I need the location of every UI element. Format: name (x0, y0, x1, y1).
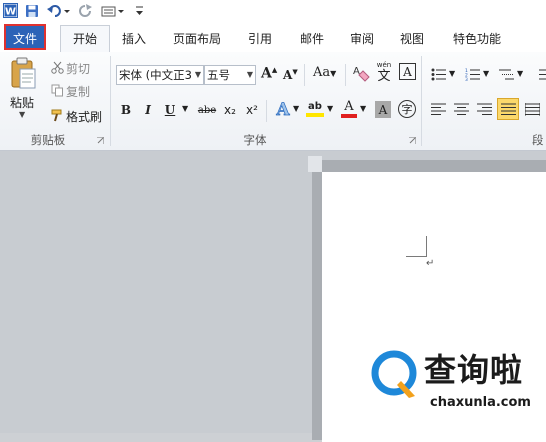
numbering-dropdown-icon[interactable]: ▼ (483, 69, 489, 78)
text-effect-button[interactable]: A (274, 100, 292, 121)
tab-review[interactable]: 审阅 (342, 27, 382, 51)
paste-dropdown-icon[interactable]: ▼ (19, 110, 25, 119)
tab-references[interactable]: 引用 (240, 27, 280, 51)
shrink-font-button[interactable]: A▼ (283, 67, 298, 82)
align-center-icon[interactable] (453, 100, 469, 118)
char-shading-button[interactable]: A (375, 101, 391, 118)
save-icon[interactable] (24, 2, 40, 19)
divider (266, 100, 267, 122)
margin-corner-mark (406, 236, 427, 257)
font-color-button[interactable]: A (340, 98, 358, 120)
tab-home[interactable]: 开始 (60, 25, 110, 53)
tab-special[interactable]: 特色功能 (446, 27, 508, 51)
paste-icon[interactable] (8, 56, 38, 92)
paragraph-group-label: 段 (532, 133, 544, 147)
highlight-color-swatch (306, 113, 324, 117)
bold-button[interactable]: B (118, 100, 134, 120)
paste-button[interactable]: 粘贴 (10, 94, 34, 111)
paragraph-mark-icon: ↵ (426, 258, 435, 269)
customize-icon[interactable] (100, 2, 128, 19)
justify-icon[interactable] (497, 98, 519, 120)
tab-file[interactable]: 文件 (4, 24, 46, 50)
font-size-value: 五号 (207, 68, 230, 82)
copy-button[interactable]: 复制 (66, 83, 90, 100)
clipboard-launcher-icon[interactable] (96, 136, 104, 144)
watermark-logo-icon (371, 350, 419, 400)
divider (304, 64, 305, 86)
strikethrough-button[interactable]: abe (196, 100, 218, 120)
highlight-dropdown-icon[interactable]: ▼ (327, 104, 333, 113)
svg-text:W: W (4, 7, 15, 18)
font-launcher-icon[interactable] (408, 136, 416, 144)
superscript-button[interactable]: x² (243, 100, 261, 120)
watermark-url: chaxunla.com (430, 395, 531, 410)
undo-icon[interactable] (46, 2, 72, 19)
clear-format-icon[interactable]: A (352, 62, 370, 84)
scissors-icon (50, 60, 64, 74)
qat-dropdown-icon[interactable] (134, 2, 144, 19)
font-group-label: 字体 (243, 133, 267, 147)
vertical-ruler (308, 156, 322, 172)
chevron-down-icon: ▼ (194, 70, 201, 79)
group-divider (421, 56, 422, 146)
group-divider (110, 56, 111, 146)
watermark-brand: 查询啦 (424, 351, 524, 389)
multilevel-dropdown-icon[interactable]: ▼ (517, 69, 523, 78)
enclose-char-button[interactable]: 字 (398, 100, 416, 118)
tab-mailings[interactable]: 邮件 (292, 27, 332, 51)
bullets-dropdown-icon[interactable]: ▼ (449, 69, 455, 78)
ribbon-home: 粘贴 ▼ 剪切 复制 格式刷 剪贴板 宋体 (中文正3 ▼ 五号 ▼ A▲ A▼… (0, 52, 546, 151)
chevron-down-icon: ▼ (246, 70, 253, 79)
decrease-indent-icon[interactable] (536, 66, 546, 82)
subscript-button[interactable]: x₂ (221, 100, 239, 120)
tab-insert[interactable]: 插入 (114, 27, 154, 51)
italic-button[interactable]: I (140, 100, 156, 120)
svg-text:3: 3 (465, 77, 468, 81)
char-border-button[interactable]: A (399, 63, 416, 80)
clipboard-group-label: 剪贴板 (30, 133, 66, 147)
underline-dropdown-icon[interactable]: ▼ (182, 104, 188, 113)
highlight-button[interactable]: ab (304, 98, 326, 120)
cut-button[interactable]: 剪切 (66, 60, 90, 77)
copy-icon (50, 83, 64, 97)
distributed-icon[interactable] (524, 100, 540, 118)
font-color-swatch (341, 114, 357, 118)
font-name-combo[interactable]: 宋体 (中文正3 ▼ (116, 65, 204, 85)
align-right-icon[interactable] (476, 100, 492, 118)
font-color-dropdown-icon[interactable]: ▼ (360, 104, 366, 113)
format-painter-icon (50, 108, 64, 122)
grow-font-button[interactable]: A▲ (261, 65, 277, 82)
align-left-icon[interactable] (430, 100, 446, 118)
format-painter-button[interactable]: 格式刷 (66, 108, 102, 125)
text-effect-dropdown-icon[interactable]: ▼ (293, 104, 299, 113)
phonetic-guide-button[interactable]: wén 文 (374, 60, 394, 84)
font-size-combo[interactable]: 五号 ▼ (204, 65, 256, 85)
divider (345, 64, 346, 86)
bullets-icon[interactable] (430, 66, 446, 82)
word-app-icon[interactable]: W (2, 2, 18, 19)
font-name-value: 宋体 (中文正3 (119, 68, 192, 82)
multilevel-list-icon[interactable] (498, 66, 514, 82)
change-case-button[interactable]: Aa▼ (313, 65, 336, 80)
redo-icon[interactable] (78, 2, 94, 19)
ribbon-tabs: 文件 开始 插入 页面布局 引用 邮件 审阅 视图 特色功能 (0, 22, 546, 53)
tab-view[interactable]: 视图 (392, 27, 432, 51)
quick-access-toolbar: W (0, 0, 546, 22)
tab-page-layout[interactable]: 页面布局 (166, 27, 228, 51)
numbering-icon[interactable]: 123 (464, 66, 480, 82)
underline-button[interactable]: U (162, 100, 178, 120)
